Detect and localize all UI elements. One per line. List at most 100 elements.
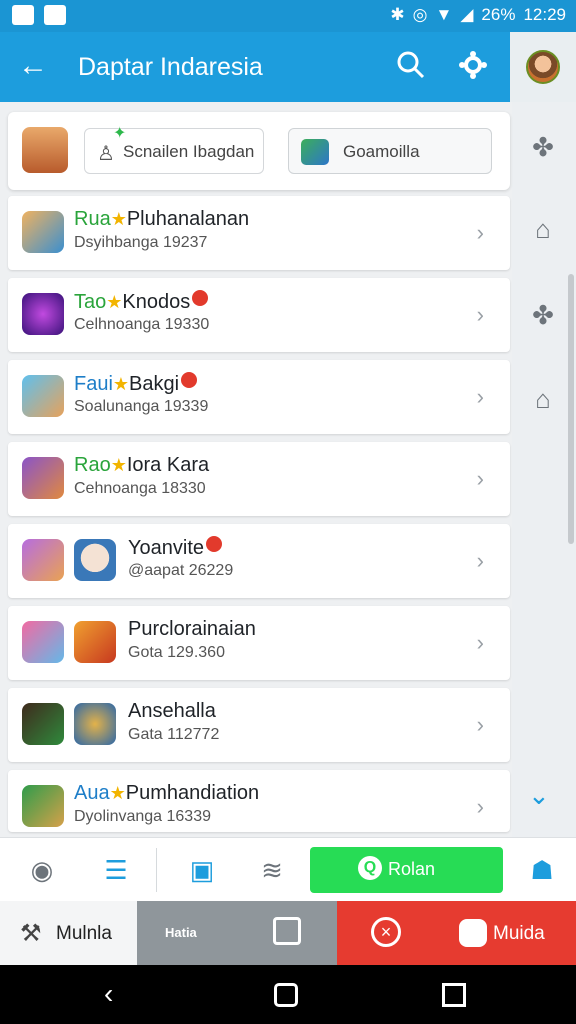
- chevron-right-icon: ›: [476, 548, 484, 573]
- item-subtitle: Dsyihbanga 19237: [74, 234, 208, 251]
- game-thumbnail: [22, 621, 64, 663]
- red-badge-icon: [181, 372, 198, 388]
- header-card: ♙ ✦ Scnailen Ibagdan Goamoilla: [8, 112, 510, 190]
- side-rail: ✤ ⌂ ✤ ⌂ ⌄: [512, 102, 576, 837]
- chevron-right-icon: ›: [476, 712, 484, 737]
- camera-icon[interactable]: ◉: [26, 854, 58, 886]
- rolan-button[interactable]: Q Rolan: [310, 847, 503, 893]
- item-subtitle: Gota 129.360: [128, 644, 225, 661]
- game-thumbnail: [22, 457, 64, 499]
- nav-back-icon[interactable]: ‹: [104, 979, 113, 1009]
- tab-right-label: Muida: [493, 923, 545, 944]
- search-chip[interactable]: ♙ ✦ Scnailen Ibagdan: [84, 125, 264, 174]
- list-item[interactable]: Rua★Pluhanalanan Dsyihbanga 19237 ›: [8, 196, 510, 270]
- scrollbar[interactable]: [568, 274, 574, 544]
- item-subtitle: Celhnoanga 19330: [74, 316, 210, 333]
- chevron-down-icon[interactable]: ⌄: [528, 780, 550, 811]
- calendar-icon: [273, 917, 301, 945]
- list-item[interactable]: Tao★Knodos Celhnoanga 19330 ›: [8, 278, 510, 352]
- tab-bar: ⚒ Mulnla Hatia × Muida: [0, 901, 576, 965]
- item-subtitle: Soalunanga 19339: [74, 398, 209, 415]
- item-title: Aua★Pumhandiation: [74, 782, 260, 804]
- home-outline-icon[interactable]: ⌂: [528, 214, 558, 244]
- system-nav-bar: ‹: [0, 965, 576, 1024]
- list-item[interactable]: Faui★Bakgi Soalunanga 19339 ›: [8, 360, 510, 434]
- game-thumbnail: [22, 785, 64, 827]
- game-thumbnail: [22, 703, 64, 745]
- game-avatar: [22, 127, 68, 173]
- battery-label: 26%: [481, 5, 516, 24]
- nav-home-icon[interactable]: [274, 983, 298, 1007]
- item-subtitle: @aapat 26229: [128, 562, 234, 579]
- profile-avatar-button[interactable]: [510, 32, 576, 102]
- app-notification-icon: [44, 5, 66, 25]
- chevron-right-icon: ›: [476, 794, 484, 819]
- chevron-right-icon: ›: [476, 302, 484, 327]
- game-chip-label: Goamoilla: [343, 142, 420, 161]
- game-thumbnail: [22, 375, 64, 417]
- game-chip[interactable]: Goamoilla: [288, 128, 492, 174]
- tab-center-label: Hatia: [165, 925, 197, 940]
- item-title: Rua★Pluhanalanan: [74, 208, 250, 230]
- game-thumbnail: [74, 621, 116, 663]
- wifi-icon: ▼: [435, 5, 453, 24]
- list-item[interactable]: Rao★Iora Kara Cehnoanga 18330 ›: [8, 442, 510, 516]
- item-subtitle: Dyolinvanga 16339: [74, 808, 211, 825]
- chevron-right-icon: ›: [476, 220, 484, 245]
- red-badge-icon: [206, 536, 222, 552]
- puzzle-icon[interactable]: ✤: [528, 132, 558, 162]
- waves-icon[interactable]: ≋: [256, 854, 288, 886]
- tab-left[interactable]: ⚒ Mulnla: [0, 901, 137, 965]
- avatar: [526, 50, 560, 84]
- puzzle-icon[interactable]: ✤: [528, 300, 558, 330]
- bell-icon: ♙: [97, 143, 115, 165]
- back-arrow-icon[interactable]: ←: [18, 50, 48, 82]
- bottom-action-bar: ◉ ☰ ▣ ≋ Q Rolan ☗: [0, 837, 576, 901]
- home-outline-icon[interactable]: ⌂: [528, 384, 558, 414]
- rolan-button-label: Rolan: [388, 859, 436, 879]
- item-title: Tao★Knodos: [74, 290, 209, 314]
- chevron-right-icon: ›: [476, 466, 484, 491]
- clock: 12:29: [523, 5, 566, 24]
- item-title: Yoanvite: [128, 536, 222, 560]
- game-thumbnail: [22, 539, 64, 581]
- chevron-right-icon: ›: [476, 384, 484, 409]
- search-icon[interactable]: [396, 50, 426, 85]
- settings-icon[interactable]: [458, 50, 488, 85]
- game-thumbnail: [74, 539, 116, 581]
- list-item[interactable]: Ansehalla Gata 112772 ›: [8, 688, 510, 762]
- tab-left-label: Mulnla: [56, 923, 112, 944]
- item-subtitle: Cehnoanga 18330: [74, 480, 206, 497]
- chevron-right-icon: ›: [476, 630, 484, 655]
- game-thumbnail-icon: [301, 139, 329, 165]
- bluetooth-icon: ✱: [390, 5, 405, 24]
- game-thumbnail: [74, 703, 116, 745]
- user-badge-icon[interactable]: ☗: [526, 854, 558, 886]
- page-title: Daptar Indaresia: [78, 53, 263, 81]
- divider: [156, 848, 157, 892]
- chat-app-icon: [459, 919, 487, 947]
- nav-recents-icon[interactable]: [442, 983, 466, 1007]
- chat-bubble-icon: Q: [358, 856, 382, 880]
- alarm-icon: ◎: [412, 5, 428, 24]
- list-item[interactable]: Aua★Pumhandiation Dyolinvanga 16339 ›: [8, 770, 510, 832]
- hammer-icon: ⚒: [20, 920, 42, 947]
- red-badge-icon: [192, 290, 209, 306]
- item-title: Ansehalla: [128, 700, 216, 722]
- briefcase-icon[interactable]: ▣: [186, 854, 218, 886]
- tab-center[interactable]: Hatia: [137, 901, 337, 965]
- list-item[interactable]: Purclorainaian Gota 129.360 ›: [8, 606, 510, 680]
- status-bar: ✱ ◎ ▼ ◢ 26% 12:29: [0, 0, 576, 32]
- search-chip-label: Scnailen Ibagdan: [123, 142, 255, 161]
- tab-right[interactable]: × Muida: [337, 901, 576, 965]
- list-item[interactable]: Yoanvite @aapat 26229 ›: [8, 524, 510, 598]
- star-icon: ✦: [113, 125, 127, 142]
- game-thumbnail: [22, 211, 64, 253]
- game-thumbnail: [22, 293, 64, 335]
- close-circle-icon: ×: [371, 917, 401, 947]
- signal-icon: ◢: [460, 5, 474, 24]
- item-title: Faui★Bakgi: [74, 372, 198, 396]
- item-title: Purclorainaian: [128, 618, 256, 640]
- app-bar: ← Daptar Indaresia: [0, 32, 576, 102]
- menu-lines-icon[interactable]: ☰: [100, 854, 132, 886]
